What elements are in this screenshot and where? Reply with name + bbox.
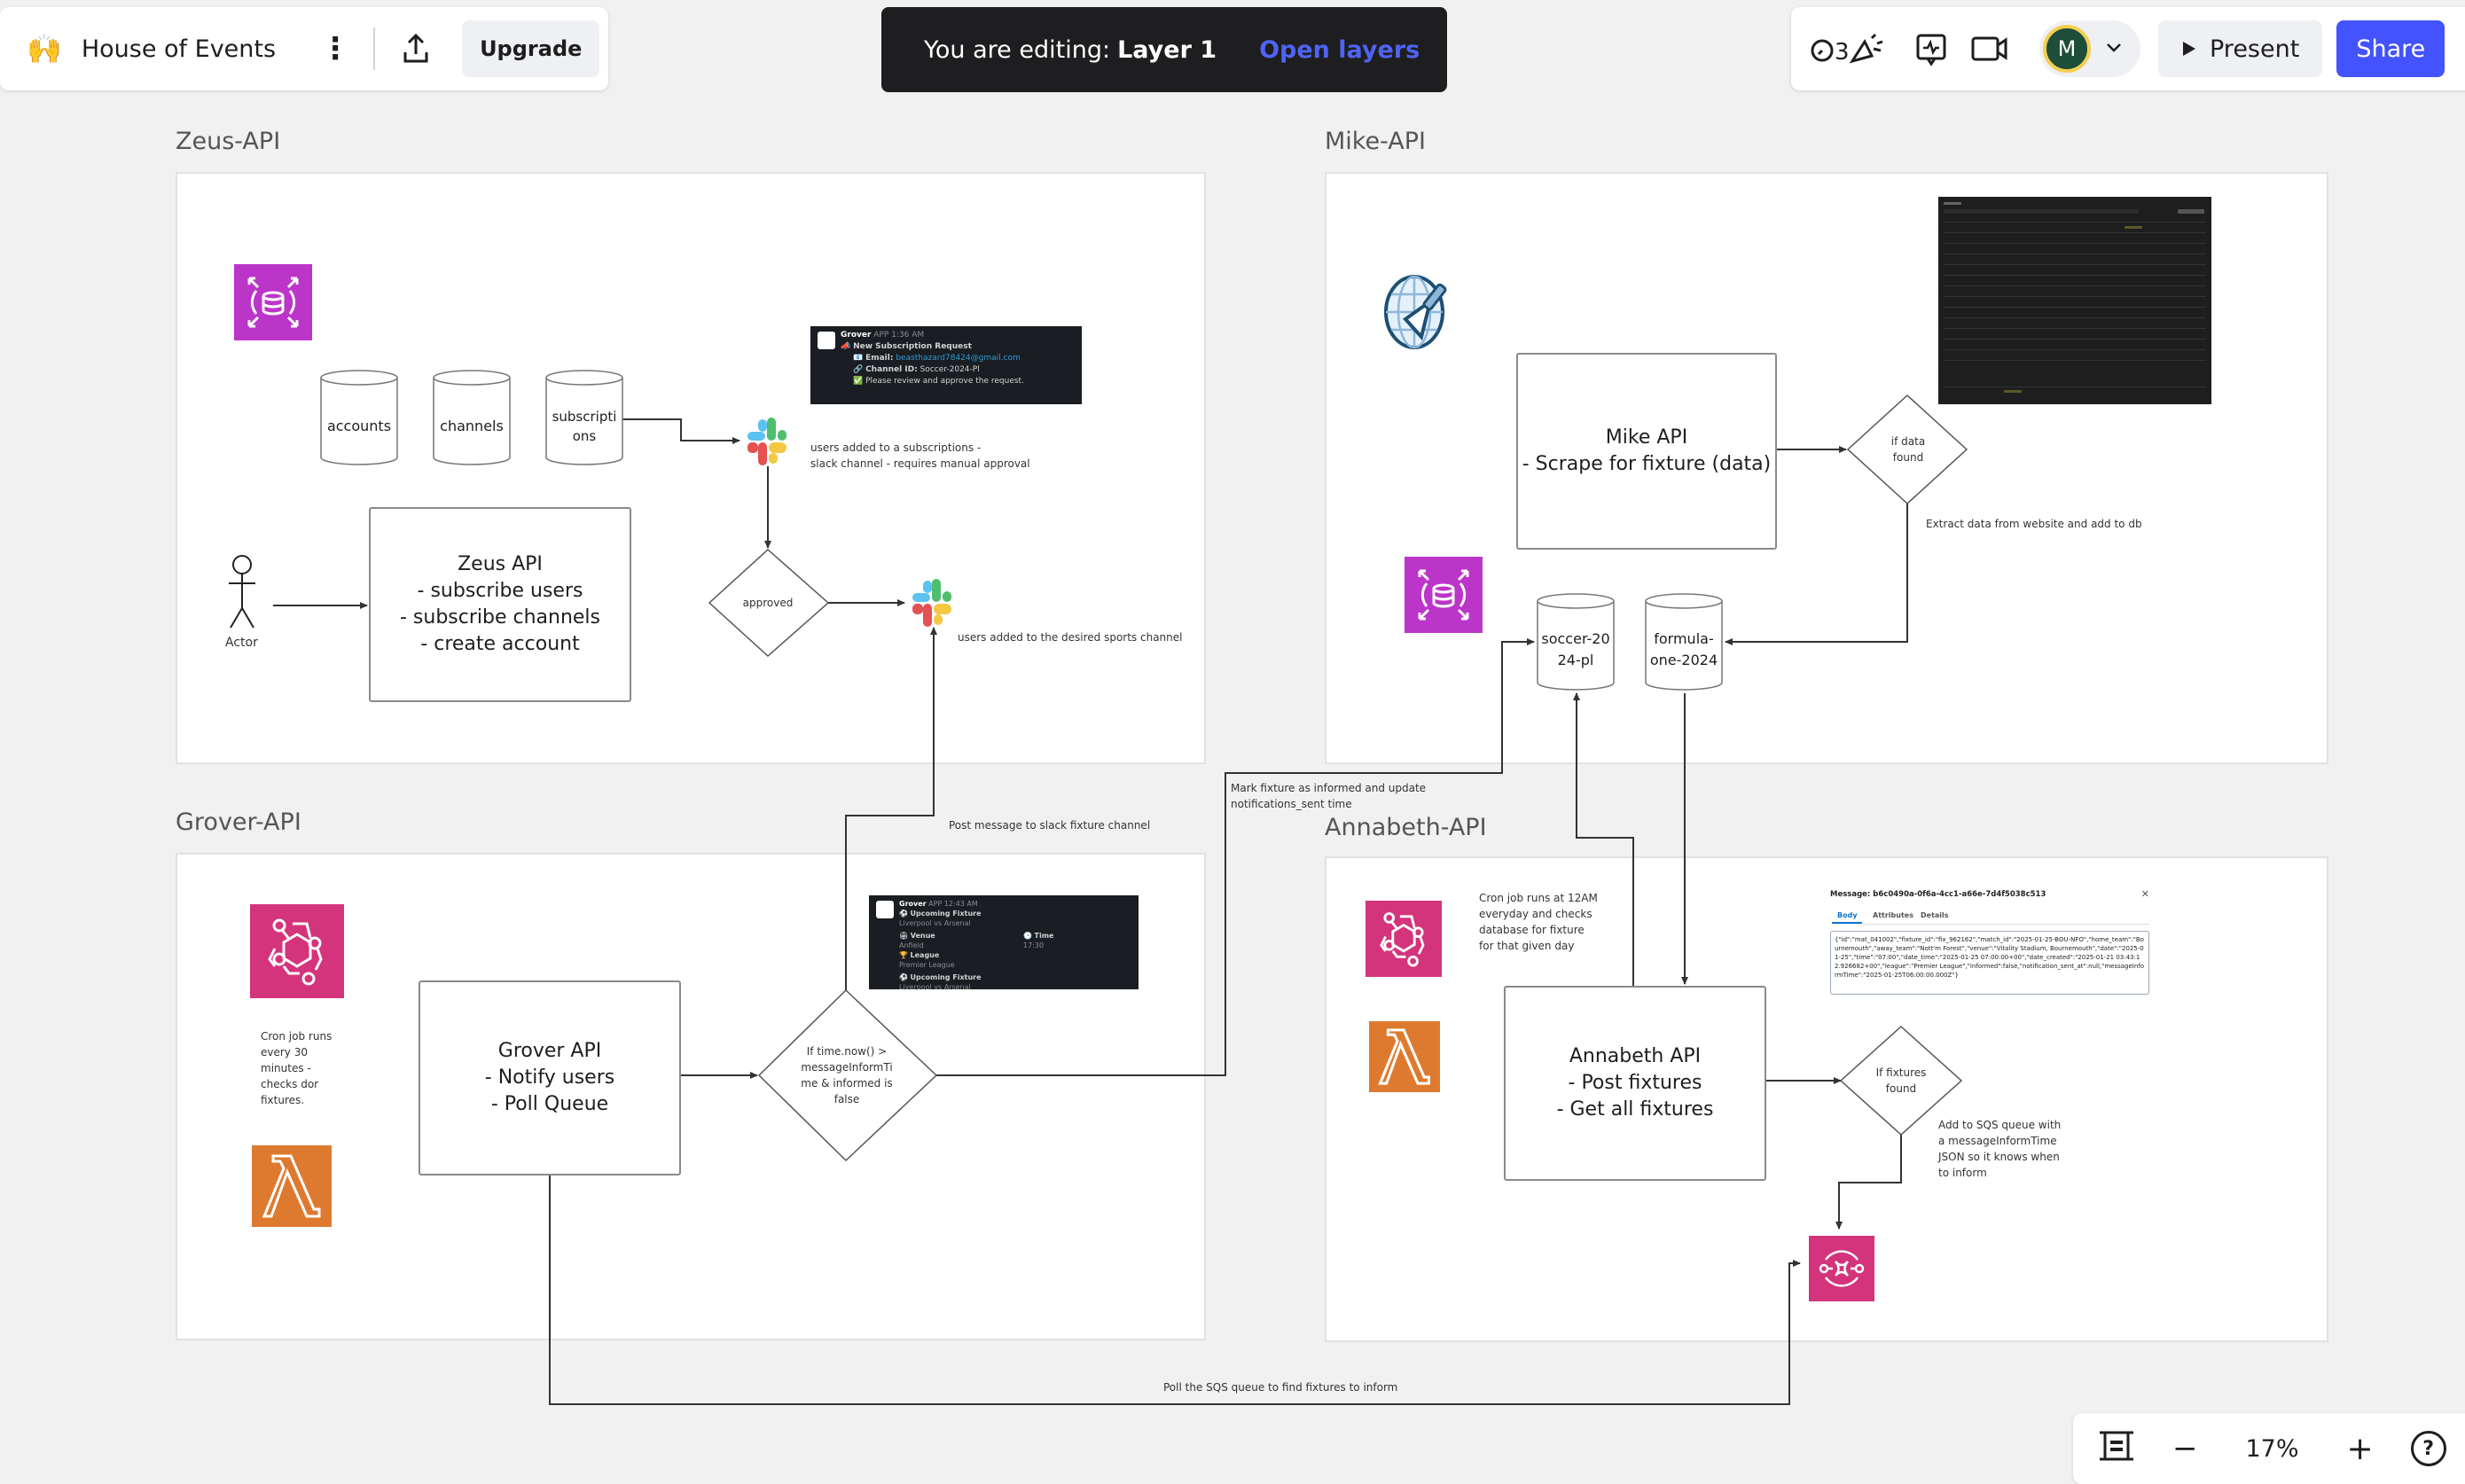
note-grover-cron: Cron job runs every 30 minutes - checks …	[261, 1030, 333, 1106]
edge-decision-to-sqs	[1835, 1135, 1902, 1230]
grover-api-node[interactable]: Grover API - Notify users - Poll Queue	[419, 980, 681, 1175]
db-formula-label: formula- one-2024	[1649, 630, 1718, 668]
sqs-message-title: Message: b6c0490a-0f6a-4cc1-a66e-7d4f503…	[1830, 890, 2046, 899]
web-scraper-icon	[1376, 271, 1465, 351]
sqs-tab-details: Details	[1921, 911, 1949, 919]
aws-rds-icon	[1405, 557, 1483, 633]
slack-time: 1:36 AM	[891, 331, 925, 340]
slack-fixture-heading: Upcoming Fixture	[910, 910, 982, 918]
bot-avatar	[876, 901, 894, 918]
note-extract: Extract data from website and add to db	[1926, 518, 2142, 530]
connector-label-poll-sqs: Poll the SQS queue to find fixtures to i…	[1163, 1381, 1398, 1394]
aws-rds-icon	[234, 264, 312, 340]
note-annabeth-cron: Cron job runs at 12AM everyday and check…	[1479, 892, 1598, 952]
slack-footer: Please review and approve the request.	[865, 377, 1024, 386]
aws-sqs-icon	[1809, 1236, 1874, 1301]
aws-eventbridge-icon	[1366, 901, 1442, 977]
aws-lambda-icon	[1369, 1021, 1440, 1092]
zeus-api-node[interactable]: Zeus API - subscribe users - subscribe c…	[369, 507, 631, 702]
db-subscriptions-label: subscripti ons	[552, 409, 617, 444]
fit-screen-icon[interactable]	[2096, 1430, 2137, 1468]
note-sqs: Add to SQS queue with a messageInformTim…	[1938, 1119, 2062, 1179]
slack-icon-sports	[903, 574, 961, 629]
bot-avatar	[818, 332, 835, 349]
slack-venue: Anfield	[899, 941, 924, 949]
slack-sender: Grover	[899, 900, 927, 908]
zoom-level[interactable]: 17%	[2246, 1435, 2299, 1463]
decision-approved-label: approved	[742, 597, 794, 609]
mike-api-node[interactable]: Mike API - Scrape for fixture (data)	[1516, 353, 1777, 550]
zoom-out-button[interactable]: −	[2172, 1431, 2198, 1466]
decision-if-data-found-label: if data found	[1890, 435, 1926, 464]
slack-fixture-heading-2: Upcoming Fixture	[910, 973, 982, 981]
slack-icon-subscriptions	[738, 413, 796, 468]
edge-decision-to-soccer-db	[936, 638, 1535, 1076]
slack-time: 12:43 AM	[943, 900, 978, 908]
slack-email: beasthazard78424@gmail.com	[896, 354, 1021, 363]
sqs-message-screenshot: Message: b6c0490a-0f6a-4cc1-a66e-7d4f503…	[1828, 886, 2156, 996]
decision-if-fixtures-found-label: If fixtures found	[1875, 1066, 1927, 1095]
edge-subscriptions-to-slack	[622, 418, 740, 444]
slack-subscription-screenshot: Grover APP 1:36 AM 📣 New Subscription Re…	[810, 326, 1082, 404]
db-accounts-label: accounts	[326, 418, 392, 434]
mike-api-node-label: Mike API - Scrape for fixture (data)	[1522, 426, 1772, 475]
tab-underline	[1832, 922, 1862, 924]
sqs-tab-attributes: Attributes	[1873, 911, 1913, 919]
note-subscriptions: users added to a subscriptions - slack c…	[810, 441, 1030, 470]
zoom-controls: − 17% + ?	[2073, 1413, 2465, 1484]
slack-time-label: Time	[1034, 932, 1054, 940]
slack-email-label: Email:	[865, 354, 894, 363]
database-schema-screenshot	[1938, 197, 2211, 404]
slack-sender: Grover	[841, 331, 872, 340]
slack-badge: APP	[928, 900, 943, 908]
edge-grover-poll-sqs	[549, 1172, 1801, 1405]
slack-title: New Subscription Request	[853, 342, 972, 351]
close-icon: ✕	[2140, 888, 2149, 900]
aws-lambda-icon	[252, 1145, 332, 1227]
aws-eventbridge-icon	[250, 904, 344, 998]
slack-channel-label: Channel ID:	[865, 365, 918, 374]
slack-fixture-screenshot: Grover APP 12:43 AM ⚽ Upcoming Fixture L…	[869, 895, 1139, 991]
slack-badge: APP	[873, 331, 889, 340]
actor-label: Actor	[225, 636, 258, 650]
slack-league-label: League	[910, 951, 940, 959]
slack-venue-label: Venue	[910, 932, 935, 940]
db-soccer-label: soccer-20 24-pl	[1541, 630, 1610, 668]
zeus-api-node-label: Zeus API - subscribe users - subscribe c…	[399, 553, 601, 655]
slack-channel: Soccer-2024-Pl	[919, 365, 980, 374]
help-button[interactable]: ?	[2410, 1431, 2446, 1466]
sqs-message-body: {"id":"mat_041002","fixture_id":"fix_962…	[1830, 931, 2149, 995]
zoom-in-button[interactable]: +	[2347, 1431, 2374, 1467]
actor-icon	[229, 555, 255, 629]
annabeth-api-node[interactable]: Annabeth API - Post fixtures - Get all f…	[1504, 986, 1766, 1181]
connector-label-mark-informed: Mark fixture as informed and update noti…	[1231, 782, 1427, 810]
slack-kickoff: 17:30	[1023, 941, 1045, 949]
slack-league: Premier League	[899, 961, 955, 969]
grover-api-node-label: Grover API - Notify users - Poll Queue	[484, 1040, 615, 1115]
connector-label-post-slack: Post message to slack fixture channel	[949, 819, 1151, 832]
note-sports-channel: users added to the desired sports channe…	[958, 631, 1183, 644]
slack-fixture-match-2: Liverpool vs Arsenal	[899, 983, 971, 991]
decision-inform-time-label: If time.now() > messageInformTi me & inf…	[801, 1045, 893, 1105]
db-channels-label: channels	[440, 418, 504, 434]
annabeth-api-node-label: Annabeth API - Post fixtures - Get all f…	[1556, 1045, 1714, 1121]
slack-fixture-match: Liverpool vs Arsenal	[899, 919, 971, 927]
sqs-tab-body: Body	[1837, 911, 1858, 919]
